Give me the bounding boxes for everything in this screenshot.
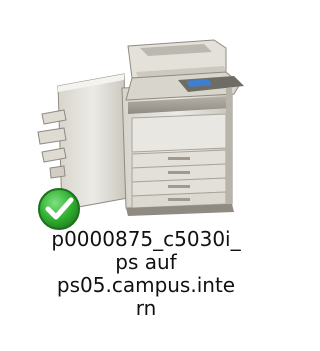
printer-name-line-1: p0000875_c5030i_: [51, 227, 241, 251]
default-printer-check-icon: [38, 188, 80, 230]
printer-name-label: p0000875_c5030i_ ps auf ps05.campus.inte…: [20, 228, 272, 320]
printer-desktop-item[interactable]: p0000875_c5030i_ ps auf ps05.campus.inte…: [0, 0, 292, 351]
printer-name-line-4: rn: [135, 296, 157, 320]
printer-name-line-3: ps05.campus.inte: [56, 273, 236, 297]
printer-name-line-2: ps auf: [115, 250, 177, 274]
